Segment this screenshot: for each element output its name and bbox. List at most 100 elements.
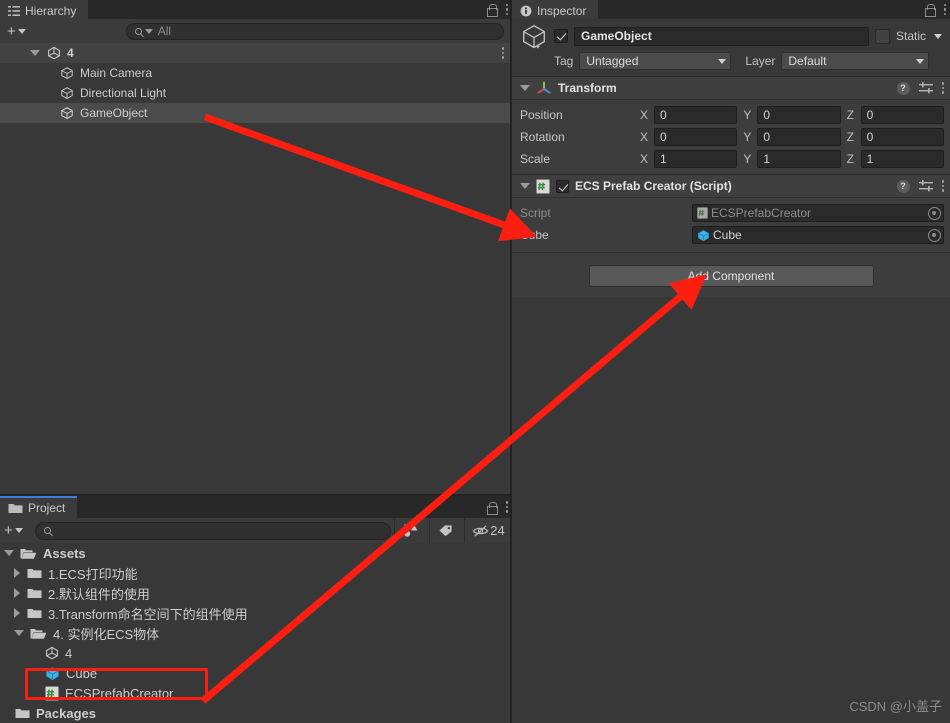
project-tree-row-1[interactable]: 1.ECS打印功能 <box>0 563 512 583</box>
ecs-prefab-creator-header[interactable]: ECS Prefab Creator (Script) ? <box>512 174 950 198</box>
project-tree-row-assets[interactable]: Assets <box>0 543 512 563</box>
hierarchy-item-directional-light[interactable]: Directional Light <box>0 83 512 103</box>
transform-title: Transform <box>558 81 617 95</box>
hierarchy-scene-name: 4 <box>67 46 74 60</box>
gameobject-enabled-checkbox[interactable] <box>554 29 568 43</box>
gameobject-cube-icon <box>60 86 74 100</box>
tab-project[interactable]: Project <box>0 496 78 518</box>
csdn-watermark: CSDN @小盖子 <box>849 699 942 714</box>
cube-object-field[interactable]: Cube <box>692 226 944 244</box>
folder-icon <box>27 587 42 599</box>
hidden-items-count: 24 <box>490 523 505 538</box>
project-tree-row-4[interactable]: 4. 实例化ECS物体 <box>0 623 512 643</box>
label-tag-icon <box>439 525 452 537</box>
help-icon[interactable]: ? <box>896 179 910 193</box>
scene-menu-icon[interactable] <box>501 47 504 59</box>
project-search-input[interactable] <box>34 521 391 540</box>
hierarchy-item-label: Directional Light <box>80 86 167 100</box>
project-tree-label: 1.ECS打印功能 <box>48 566 138 582</box>
folder-foldout-icon[interactable] <box>14 608 20 618</box>
filter-by-type-button[interactable] <box>394 518 426 543</box>
scale-x-input[interactable]: 1 <box>654 150 738 168</box>
project-tree-row-scene4[interactable]: 4 <box>0 643 512 663</box>
hidden-eye-icon <box>472 524 489 537</box>
tab-inspector[interactable]: Inspector <box>512 0 599 19</box>
project-tree-row-3[interactable]: 3.Transform命名空间下的组件使用 <box>0 603 512 623</box>
project-menu-icon[interactable] <box>505 501 508 513</box>
prefab-cube-icon <box>697 229 710 242</box>
position-x-input[interactable]: 0 <box>654 106 738 124</box>
transform-axis-icon <box>536 80 552 96</box>
filter-by-label-button[interactable] <box>429 518 461 543</box>
hierarchy-icon <box>8 5 20 17</box>
project-tree-label: 4 <box>65 645 73 661</box>
hierarchy-toolbar: + All <box>0 19 512 43</box>
scale-y-value: 1 <box>763 152 771 166</box>
hierarchy-item-main-camera[interactable]: Main Camera <box>0 63 512 83</box>
cube-object-picker-icon[interactable] <box>928 228 941 242</box>
hierarchy-item-gameobject[interactable]: GameObject <box>0 103 512 123</box>
transform-component-header[interactable]: Transform ? <box>512 76 950 100</box>
folder-icon <box>27 567 42 579</box>
lock-icon[interactable] <box>924 4 936 17</box>
add-component-button[interactable]: Add Component <box>588 265 874 287</box>
project-tree-label: Assets <box>43 545 86 561</box>
scale-y-input[interactable]: 1 <box>757 150 841 168</box>
assets-foldout-icon[interactable] <box>4 550 14 556</box>
gameobject-name-input[interactable]: GameObject <box>574 26 869 46</box>
transform-menu-icon[interactable] <box>941 82 944 94</box>
script-foldout-icon[interactable] <box>520 183 530 189</box>
position-z-input[interactable]: 0 <box>860 106 944 124</box>
layer-dropdown[interactable]: Default <box>781 52 930 70</box>
folder-foldout-icon[interactable] <box>14 630 24 636</box>
lock-icon[interactable] <box>486 4 498 17</box>
transform-component-body: Position X 0 Y 0 Z 0 Rotation X 0 Y 0 Z <box>512 100 950 174</box>
preset-settings-icon[interactable] <box>918 180 933 192</box>
gameobject-cube-icon <box>60 106 74 120</box>
tag-dropdown[interactable]: Untagged <box>579 52 732 70</box>
preset-settings-icon[interactable] <box>918 82 933 94</box>
folder-foldout-icon[interactable] <box>14 588 20 598</box>
plus-icon: + <box>4 522 13 539</box>
script-menu-icon[interactable] <box>941 180 944 192</box>
inspector-tab-icons <box>924 0 946 19</box>
script-field-label: Script <box>520 206 551 220</box>
hierarchy-menu-icon[interactable] <box>505 3 508 16</box>
create-asset-button[interactable]: + <box>0 522 26 540</box>
rotation-y-input[interactable]: 0 <box>757 128 841 146</box>
rotation-y-value: 0 <box>763 130 771 144</box>
scale-z-input[interactable]: 1 <box>860 150 944 168</box>
hierarchy-search-input[interactable]: All <box>125 22 504 40</box>
script-object-picker-icon[interactable] <box>928 206 941 220</box>
folder-open-icon <box>30 627 47 639</box>
static-checkbox[interactable] <box>874 28 890 44</box>
script-enabled-checkbox[interactable] <box>556 179 569 193</box>
scale-x-value: 1 <box>660 152 667 166</box>
rotation-z-input[interactable]: 0 <box>860 128 944 146</box>
position-y-input[interactable]: 0 <box>757 106 841 124</box>
script-object-field: ECSPrefabCreator <box>692 204 944 222</box>
tab-hierarchy[interactable]: Hierarchy <box>0 0 89 19</box>
project-tree-row-packages[interactable]: Packages <box>0 703 512 723</box>
project-tree-label: 4. 实例化ECS物体 <box>53 626 160 642</box>
project-tree-row-2[interactable]: 2.默认组件的使用 <box>0 583 512 603</box>
search-mode-chevron-icon <box>144 28 153 34</box>
scene-foldout-icon[interactable] <box>30 50 40 56</box>
chevron-down-icon <box>17 28 26 34</box>
hidden-items-button[interactable]: 24 <box>464 518 512 543</box>
rotation-x-input[interactable]: 0 <box>654 128 738 146</box>
axis-y-label: Y <box>743 152 752 166</box>
layer-value: Default <box>788 54 827 68</box>
unity-scene-icon <box>47 46 61 60</box>
help-icon[interactable]: ? <box>896 81 910 95</box>
transform-foldout-icon[interactable] <box>520 85 530 91</box>
folder-foldout-icon[interactable] <box>14 568 20 578</box>
hierarchy-scene-row[interactable]: 4 <box>0 43 512 63</box>
folder-open-icon <box>20 547 37 559</box>
static-dropdown-chevron-icon[interactable] <box>934 33 942 39</box>
create-gameobject-button[interactable]: + <box>4 22 29 40</box>
inspector-menu-icon[interactable] <box>943 3 946 16</box>
lock-icon[interactable] <box>486 501 498 515</box>
add-component-label: Add Component <box>687 269 775 283</box>
rotation-label: Rotation <box>520 130 565 144</box>
